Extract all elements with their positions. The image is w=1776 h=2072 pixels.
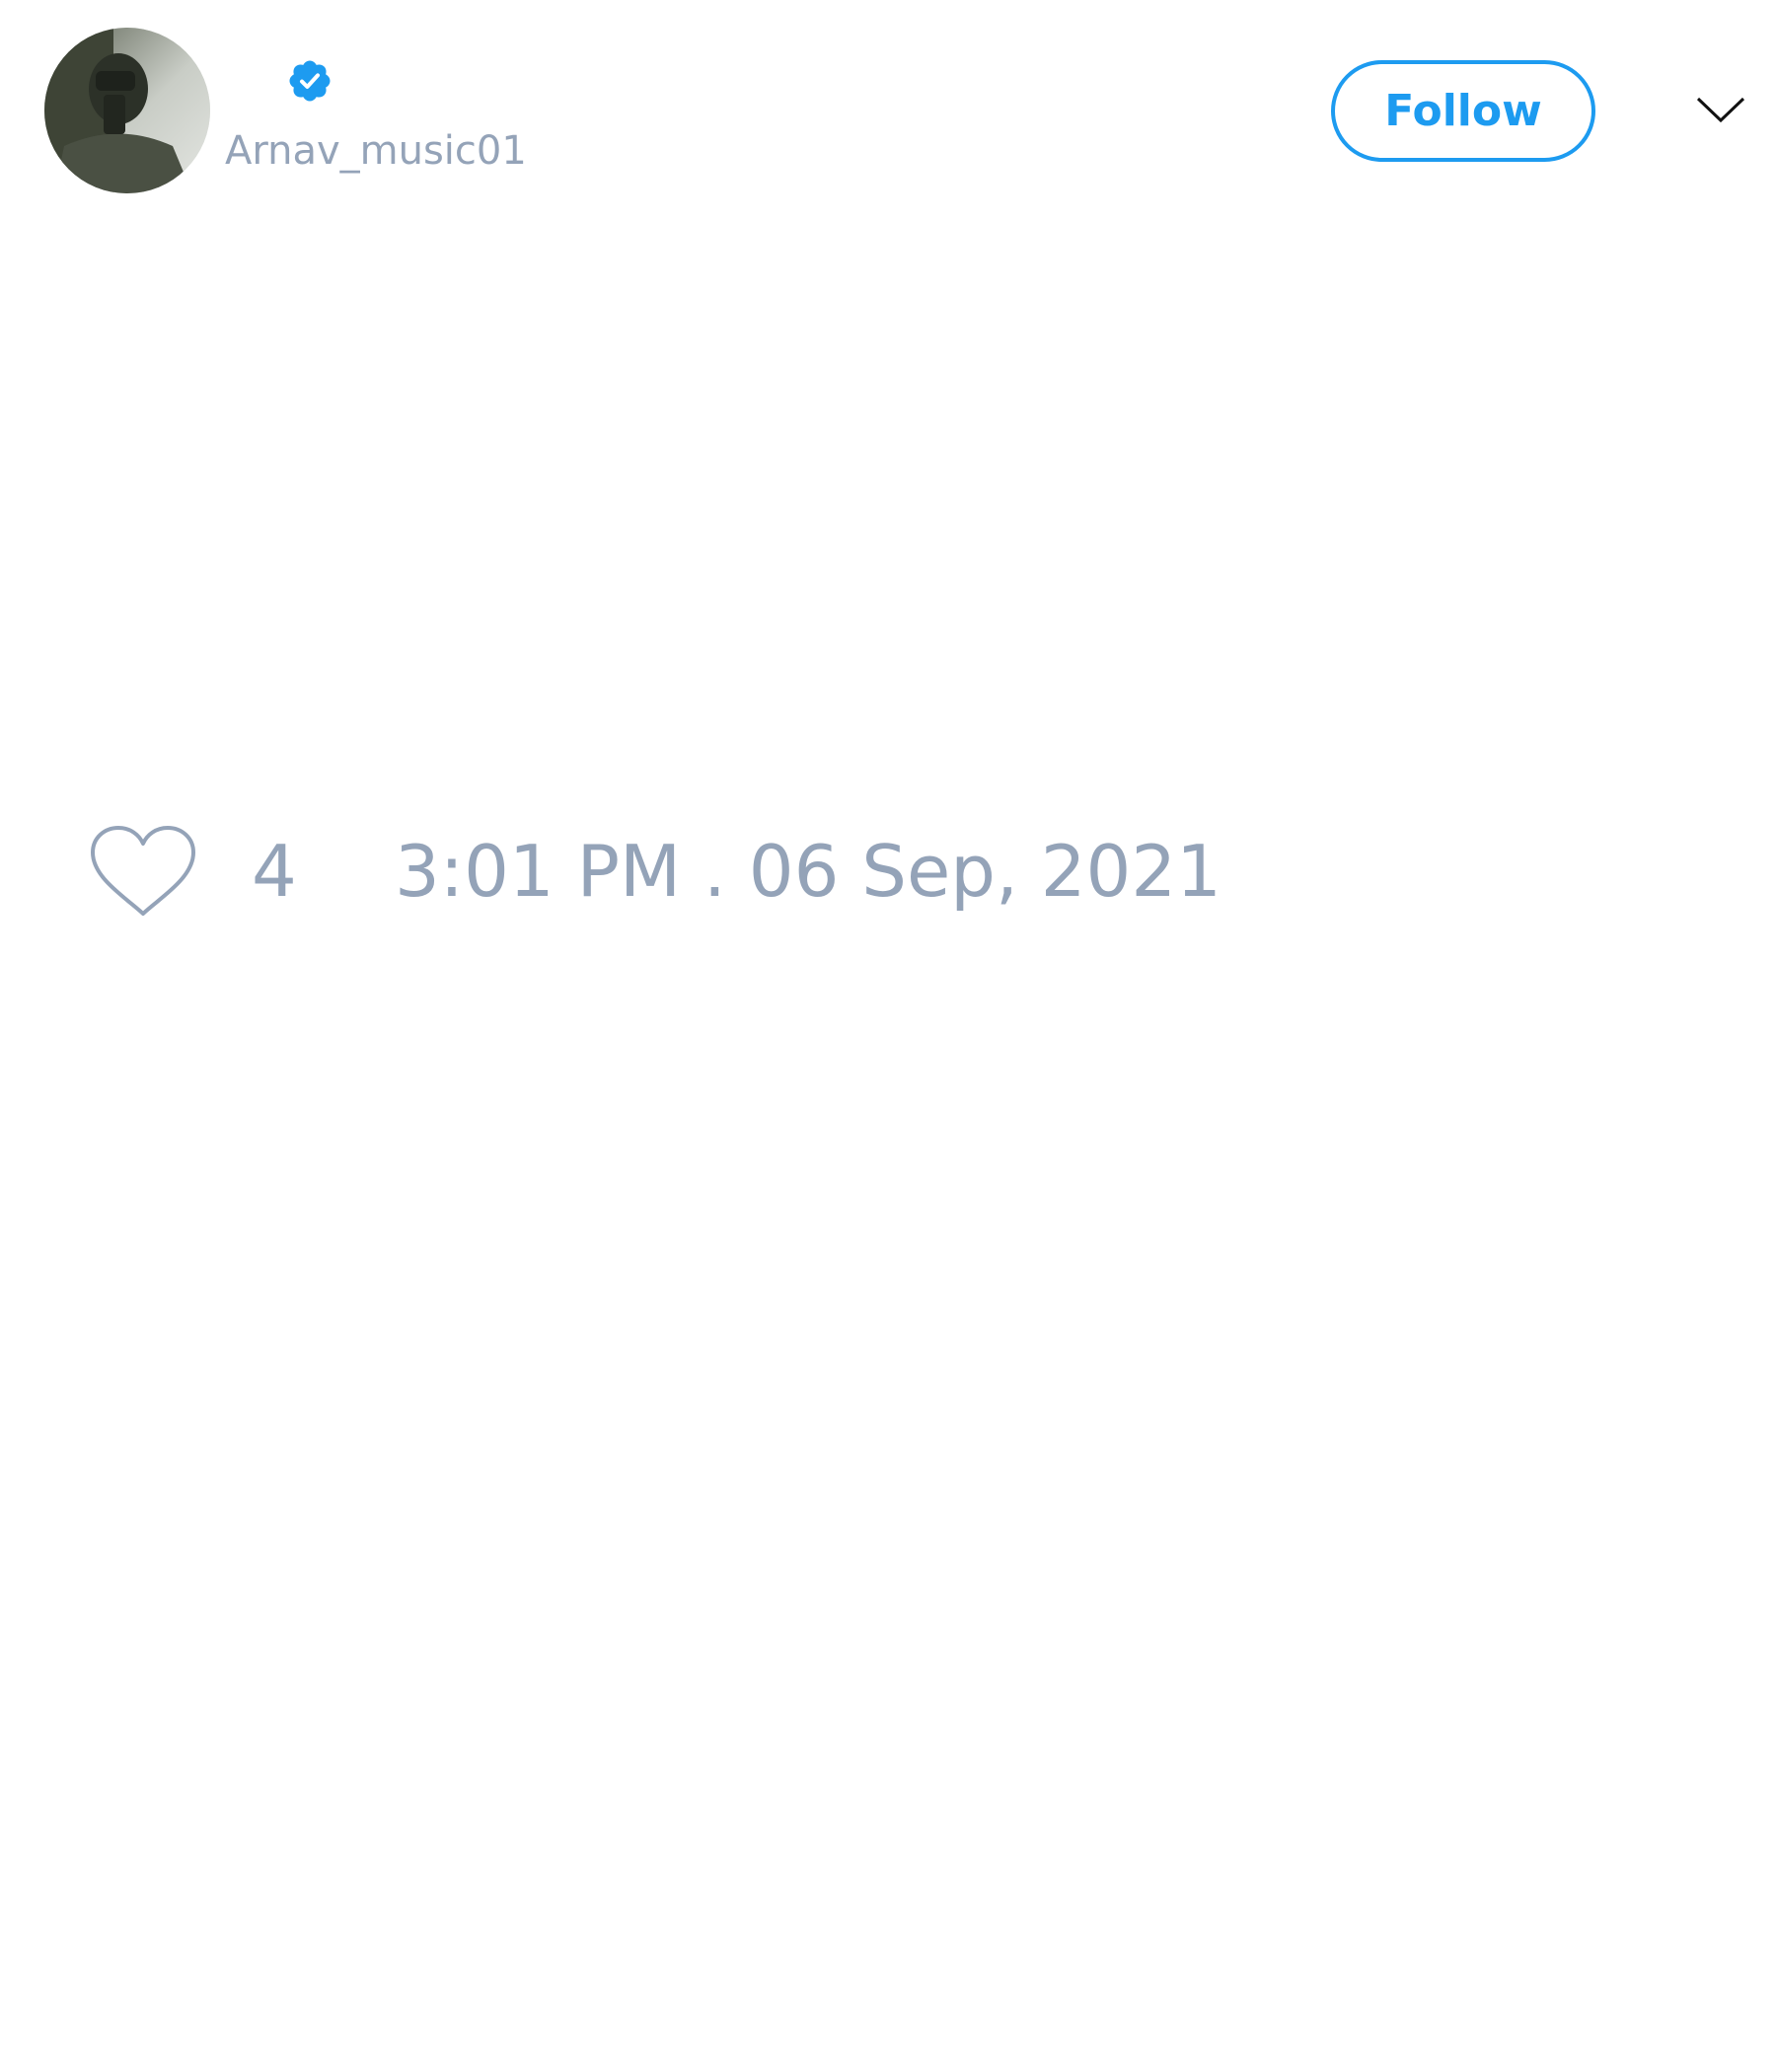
heart-outline-icon[interactable] <box>89 825 197 920</box>
like-count: 4 <box>252 830 297 913</box>
chevron-down-icon[interactable] <box>1695 91 1746 130</box>
avatar-photo <box>44 28 210 193</box>
follow-button[interactable]: Follow <box>1331 60 1595 162</box>
author-handle[interactable]: Arnav_music01 <box>225 126 527 176</box>
tweet-timestamp[interactable]: 3:01 PM . 06 Sep, 2021 <box>395 832 1221 911</box>
avatar[interactable] <box>44 28 210 193</box>
verified-badge-icon <box>289 60 331 102</box>
